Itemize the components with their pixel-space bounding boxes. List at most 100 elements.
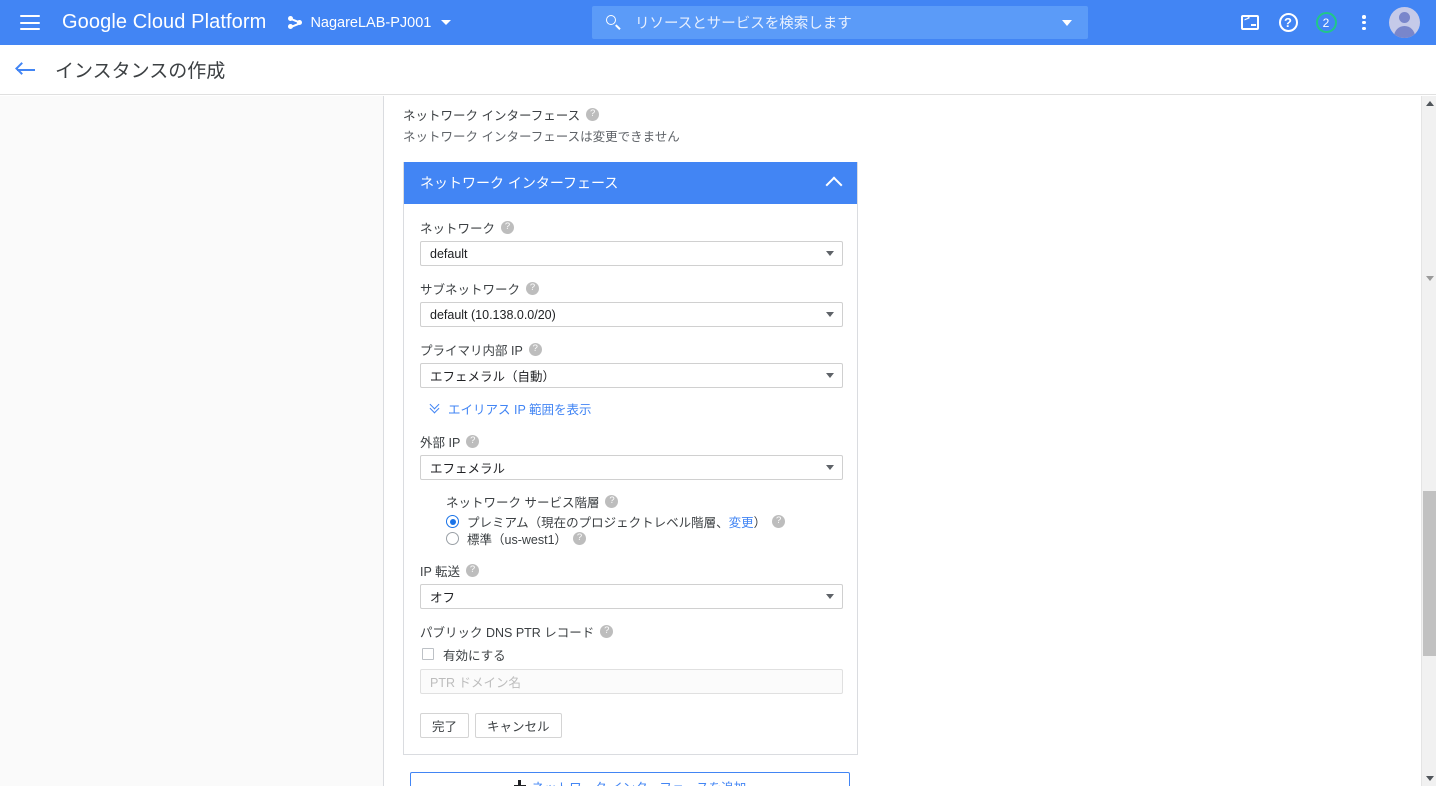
plus-icon	[513, 780, 526, 786]
page-title: インスタンスの作成	[55, 61, 226, 82]
content-panel: ネットワーク インターフェース ? ネットワーク インターフェースは変更できませ…	[385, 96, 1421, 786]
primary-internal-ip-select[interactable]: エフェメラル（自動）	[420, 363, 843, 388]
project-name-label: NagareLAB-PJ001	[310, 14, 432, 31]
network-interface-card-header[interactable]: ネットワーク インターフェース	[404, 162, 857, 204]
dropdown-arrow-icon	[826, 594, 834, 599]
notification-badge: 2	[1315, 12, 1337, 33]
field-public-dns-ptr: パブリック DNS PTR レコード ? 有効にする PTR ドメイン名	[420, 622, 843, 694]
help-icon[interactable]: ?	[526, 282, 540, 295]
cloud-shell-button[interactable]	[1231, 4, 1269, 42]
help-icon[interactable]: ?	[466, 435, 480, 448]
network-service-tier-label: ネットワーク サービス階層	[446, 496, 600, 510]
subnetwork-label-row: サブネットワーク ?	[420, 279, 841, 298]
search-icon	[606, 15, 621, 30]
add-network-interface-button[interactable]: ネットワーク インターフェースを追加	[410, 772, 850, 786]
section-subtitle: ネットワーク インターフェースは変更できません	[403, 130, 680, 144]
scroll-down-arrow-icon[interactable]	[1422, 771, 1436, 786]
ptr-domain-placeholder: PTR ドメイン名	[430, 676, 521, 690]
brand-title: Google Cloud Platform	[62, 11, 267, 33]
vertical-scrollbar[interactable]	[1421, 96, 1436, 786]
help-icon: ?	[1278, 13, 1298, 32]
double-chevron-down-icon	[429, 399, 441, 414]
hamburger-menu-icon[interactable]	[20, 15, 40, 30]
enable-checkbox-label: 有効にする	[443, 648, 506, 663]
chevron-down-icon	[441, 20, 452, 25]
scroll-up-arrow-icon[interactable]	[1422, 96, 1436, 111]
project-selector[interactable]: NagareLAB-PJ001	[288, 14, 452, 31]
field-ip-forwarding: IP 転送 ? オフ	[420, 561, 843, 609]
radio-standard-label: 標準（us-west1）	[467, 533, 568, 547]
help-icon[interactable]: ?	[528, 343, 542, 356]
show-alias-ip-ranges-label: エイリアス IP 範囲を表示	[448, 403, 592, 417]
help-icon[interactable]: ?	[466, 564, 480, 577]
search-chevron-down-icon[interactable]	[1062, 19, 1072, 26]
more-options-button[interactable]	[1345, 4, 1383, 42]
scroll-marker-icon	[1422, 271, 1436, 286]
section-header: ネットワーク インターフェース ?	[403, 105, 1421, 124]
show-alias-ip-ranges-link[interactable]: エイリアス IP 範囲を表示	[429, 399, 841, 418]
ip-forwarding-select[interactable]: オフ	[420, 584, 843, 609]
network-interface-card-body: ネットワーク ? default サブネットワーク ? default (10.…	[404, 204, 857, 754]
radio-standard-tier[interactable]: 標準（us-west1） ?	[446, 530, 841, 547]
help-icon[interactable]: ?	[605, 495, 619, 508]
help-icon[interactable]: ?	[600, 625, 614, 638]
help-icon[interactable]: ?	[586, 108, 600, 121]
help-icon[interactable]: ?	[501, 221, 515, 234]
external-ip-select[interactable]: エフェメラル	[420, 455, 843, 480]
ip-forwarding-selected-value: オフ	[430, 591, 456, 605]
help-icon[interactable]: ?	[573, 532, 587, 545]
radio-standard-indicator[interactable]	[446, 532, 459, 545]
network-interface-card: ネットワーク インターフェース ネットワーク ? default サブネットワー…	[403, 162, 858, 755]
external-ip-label-row: 外部 IP ?	[420, 432, 841, 451]
dropdown-arrow-icon	[826, 373, 834, 378]
field-primary-internal-ip: プライマリ内部 IP ? エフェメラル（自動）	[420, 340, 843, 388]
topbar-actions: ? 2	[1231, 0, 1424, 45]
done-button[interactable]: 完了	[420, 713, 470, 738]
field-subnetwork: サブネットワーク ? default (10.138.0.0/20)	[420, 279, 843, 327]
network-selected-value: default	[430, 246, 468, 261]
public-dns-ptr-label-row: パブリック DNS PTR レコード ?	[420, 622, 841, 641]
public-dns-ptr-label: パブリック DNS PTR レコード	[420, 626, 595, 640]
card-action-buttons: 完了 キャンセル	[420, 713, 841, 738]
dropdown-arrow-icon	[826, 312, 834, 317]
network-interface-form: ネットワーク インターフェース ? ネットワーク インターフェースは変更できませ…	[385, 96, 1421, 786]
left-panel	[0, 96, 384, 786]
ptr-domain-name-input[interactable]: PTR ドメイン名	[420, 669, 843, 694]
chevron-up-icon[interactable]	[825, 176, 843, 194]
back-arrow-icon[interactable]	[15, 59, 37, 81]
add-network-interface-label: ネットワーク インターフェースを追加	[532, 777, 747, 786]
network-label-row: ネットワーク ?	[420, 218, 841, 237]
workspace: ネットワーク インターフェース ? ネットワーク インターフェースは変更できませ…	[0, 96, 1436, 786]
radio-premium-indicator[interactable]	[446, 515, 459, 528]
radio-premium-text-before: プレミアム（現在のプロジェクトレベル階層、	[467, 516, 729, 530]
help-button[interactable]: ?	[1269, 4, 1307, 42]
subnetwork-label: サブネットワーク	[420, 283, 521, 297]
external-ip-selected-value: エフェメラル	[430, 462, 506, 476]
section-header-label: ネットワーク インターフェース	[403, 109, 581, 123]
network-service-tier-label-row: ネットワーク サービス階層 ?	[446, 492, 841, 511]
ip-forwarding-label: IP 転送	[420, 565, 461, 579]
notifications-button[interactable]: 2	[1307, 4, 1345, 42]
change-tier-link[interactable]: 変更	[729, 516, 754, 530]
network-select[interactable]: default	[420, 241, 843, 266]
primary-internal-ip-label-row: プライマリ内部 IP ?	[420, 340, 841, 359]
cloud-shell-icon	[1241, 14, 1259, 30]
project-nodes-icon	[288, 15, 303, 30]
network-label: ネットワーク	[420, 222, 496, 236]
cancel-button[interactable]: キャンセル	[475, 713, 562, 738]
help-icon[interactable]: ?	[772, 515, 786, 528]
enable-public-dns-ptr-checkbox[interactable]: 有効にする	[422, 645, 841, 663]
card-header-title: ネットワーク インターフェース	[420, 175, 619, 191]
field-network: ネットワーク ? default	[420, 218, 843, 266]
subnetwork-select[interactable]: default (10.138.0.0/20)	[420, 302, 843, 327]
external-ip-label: 外部 IP	[420, 436, 461, 450]
dropdown-arrow-icon	[826, 465, 834, 470]
scrollbar-thumb[interactable]	[1423, 491, 1436, 656]
radio-premium-tier[interactable]: プレミアム（現在のプロジェクトレベル階層、変更） ?	[446, 513, 841, 530]
checkbox-indicator[interactable]	[422, 648, 434, 660]
search-input[interactable]: リソースとサービスを検索します	[592, 6, 1088, 39]
primary-internal-ip-label: プライマリ内部 IP	[420, 344, 523, 358]
avatar[interactable]	[1389, 7, 1420, 38]
radio-premium-text-after: ）	[753, 516, 767, 530]
search-placeholder-text: リソースとサービスを検索します	[635, 16, 852, 32]
